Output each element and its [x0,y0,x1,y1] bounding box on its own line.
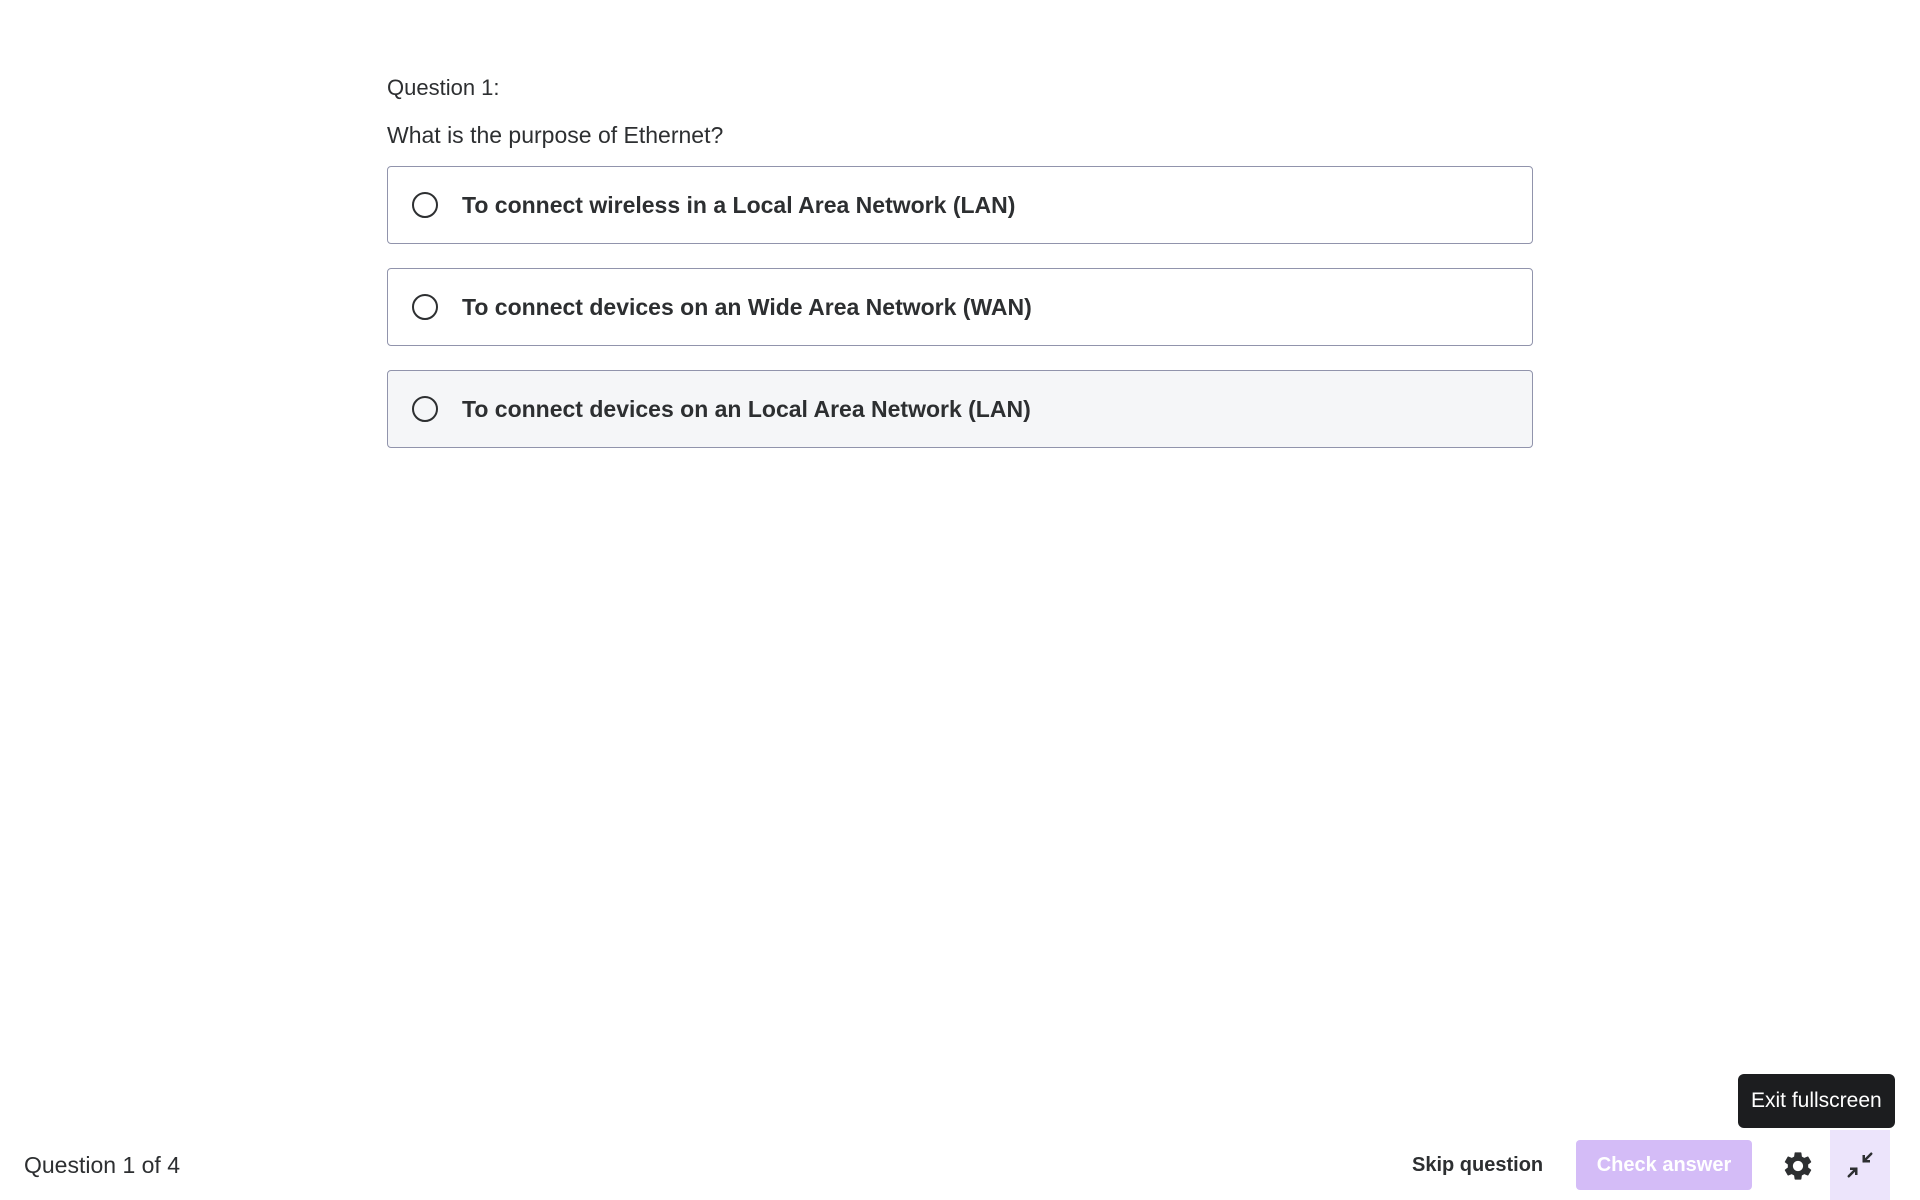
exit-fullscreen-button[interactable] [1830,1130,1890,1200]
quiz-page: Question 1: What is the purpose of Ether… [0,0,1920,1200]
answer-option-3[interactable]: To connect devices on an Local Area Netw… [387,370,1533,448]
check-answer-button[interactable]: Check answer [1576,1140,1752,1190]
answer-option-1[interactable]: To connect wireless in a Local Area Netw… [387,166,1533,244]
radio-button[interactable] [412,192,438,218]
question-area: Question 1: What is the purpose of Ether… [387,74,1533,472]
gear-icon [1784,1152,1812,1180]
answer-option-label: To connect devices on an Local Area Netw… [462,395,1031,422]
question-progress: Question 1 of 4 [24,1152,180,1178]
radio-button[interactable] [412,396,438,422]
skip-question-button[interactable]: Skip question [1400,1146,1555,1184]
quiz-footer: Question 1 of 4 Skip question Check answ… [0,1130,1920,1200]
answer-option-label: To connect devices on an Wide Area Netwo… [462,293,1032,320]
radio-button[interactable] [412,294,438,320]
exit-fullscreen-icon [1847,1152,1873,1178]
settings-button[interactable] [1776,1144,1820,1188]
answer-option-label: To connect wireless in a Local Area Netw… [462,191,1016,218]
question-number: Question 1: [387,75,500,100]
answer-option-2[interactable]: To connect devices on an Wide Area Netwo… [387,268,1533,346]
question-text: What is the purpose of Ethernet? [387,122,724,148]
exit-fullscreen-tooltip: Exit fullscreen [1738,1074,1895,1128]
